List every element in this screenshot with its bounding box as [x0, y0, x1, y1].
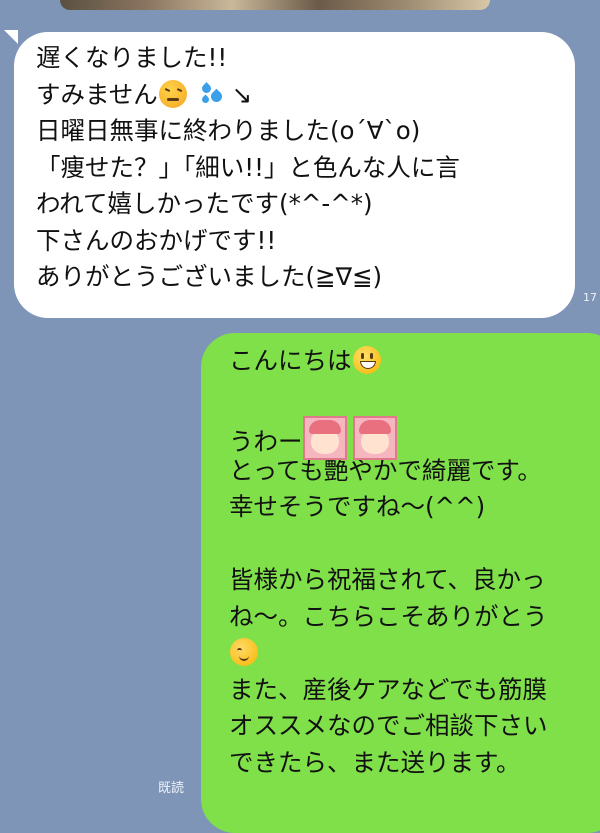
- shared-photo-edge[interactable]: [60, 0, 490, 10]
- incoming-bubble-tail: [4, 30, 18, 44]
- message-text: ↘: [231, 79, 253, 109]
- message-line: できたら、また送ります。: [229, 747, 521, 777]
- message-text: すみません: [36, 79, 158, 109]
- message-line: ね～。こちらこそありがとう: [229, 601, 548, 631]
- message-line: 幸せそうですね～(^^): [229, 492, 486, 521]
- message-line: すみません ↘: [36, 77, 565, 114]
- message-line: こんにちは: [229, 343, 600, 380]
- message-line: とっても艶やかで綺麗です。: [229, 455, 542, 485]
- grinning-face-icon: [352, 346, 381, 374]
- message-line: うわー: [229, 416, 600, 460]
- message-line: 「痩せた？」「細い!!」と色んな人に言: [36, 152, 460, 182]
- read-receipt-label: 既読: [158, 781, 185, 796]
- incoming-message-bubble[interactable]: 遅くなりました!! すみません ↘ 日曜日無事に終わりました(o´∀`o) 「痩せ…: [14, 32, 575, 318]
- message-line: [229, 635, 600, 672]
- outgoing-message-bubble[interactable]: こんにちは うわー とっても艶やかで綺麗です。 幸せそうですね～(^^) 皆様か…: [201, 333, 600, 833]
- girl-sticker-icon: [352, 416, 397, 460]
- message-line: ありがとうございました(≧∇≦): [36, 262, 383, 291]
- message-line: 下さんのおかげです!!: [36, 225, 277, 255]
- message-line: 遅くなりました!!: [36, 43, 228, 72]
- confounded-face-icon: [158, 79, 187, 108]
- message-line: われて嬉しかったです(*^-^*): [36, 189, 373, 218]
- message-line: 皆様から祝福されて、良かっ: [229, 565, 546, 594]
- incoming-timestamp: 17: [583, 291, 597, 304]
- message-line: また、産後ケアなどでも筋膜: [229, 674, 548, 704]
- sweat-droplets-icon: [199, 80, 228, 108]
- smiling-face-icon: [230, 638, 258, 666]
- message-text: うわー: [229, 427, 303, 456]
- message-text: こんにちは: [229, 346, 352, 375]
- message-line: オススメなのでご相談下さい: [229, 711, 548, 740]
- message-line: 日曜日無事に終わりました(o´∀`o): [36, 116, 421, 145]
- girl-sticker-icon: [302, 416, 347, 460]
